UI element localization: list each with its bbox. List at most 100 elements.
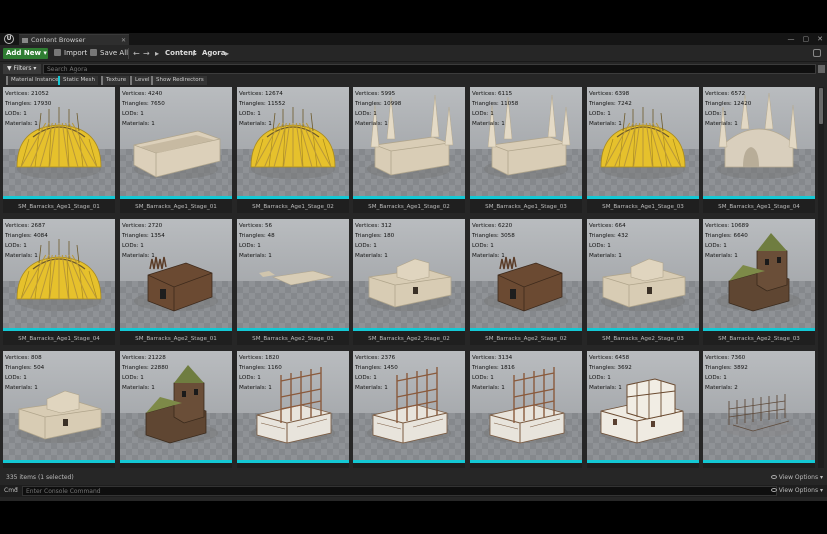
asset-name[interactable]: SM_Barracks_Age2_Stage_02 <box>353 336 465 342</box>
asset-thumbnail[interactable]: Vertices: 6220 Triangles: 3058 LODs: 1 Mate… <box>470 219 582 329</box>
asset-name[interactable]: SM_Barracks_Age1_Stage_04 <box>703 204 815 210</box>
asset-thumbnail[interactable]: Vertices: 21052 Triangles: 17930 LODs: 1 Ma… <box>3 87 115 197</box>
asset-thumbnail[interactable]: Vertices: 4240 Triangles: 7650 LODs: 1 Mate… <box>120 87 232 197</box>
asset-name[interactable]: SM_Barracks_Age2_Stage_02 <box>470 336 582 342</box>
vertices-count: Vertices: 6115 <box>472 91 513 97</box>
minimize-icon[interactable]: — <box>788 33 795 45</box>
asset-stats: Vertices: 6572 Triangles: 12420 LODs: 1 Mat… <box>705 89 751 129</box>
asset-name[interactable]: SM_Barracks_Age2_Stage_01 <box>120 336 232 342</box>
asset-thumbnail[interactable]: Vertices: 7360 Triangles: 3892 LODs: 1 Mate… <box>703 351 815 461</box>
toolbar: Add New ▾ Import Save All ← → ▸ Content … <box>0 45 827 62</box>
asset-thumbnail[interactable]: Vertices: 2720 Triangles: 1354 LODs: 1 Mate… <box>120 219 232 329</box>
asset-stats: Vertices: 6220 Triangles: 3058 LODs: 1 Mate… <box>472 221 515 261</box>
view-options-button[interactable]: View Options ▾ <box>770 474 823 481</box>
import-button[interactable]: Import <box>54 48 87 59</box>
breadcrumb-content[interactable]: Content <box>165 48 196 59</box>
asset-tile[interactable]: Vertices: 2720 Triangles: 1354 LODs: 1 Mate… <box>120 219 232 345</box>
asset-thumbnail[interactable]: Vertices: 10689 Triangles: 6640 LODs: 1 Mat… <box>703 219 815 329</box>
console-view-options-button[interactable]: View Options ▾ <box>770 487 823 494</box>
title-bar: U Content Browser ✕ — ▢ ✕ <box>0 33 827 45</box>
lods-count: LODs: 1 <box>355 243 377 249</box>
add-new-button[interactable]: Add New ▾ <box>3 48 48 59</box>
forward-arrow-icon[interactable]: → <box>143 48 150 59</box>
filter-chip[interactable]: Static Mesh <box>58 76 98 85</box>
asset-thumbnail[interactable]: Vertices: 808 Triangles: 504 LODs: 1 Materi… <box>3 351 115 461</box>
asset-tile[interactable]: Vertices: 4240 Triangles: 7650 LODs: 1 Mate… <box>120 87 232 213</box>
asset-thumbnail[interactable]: Vertices: 5995 Triangles: 10998 LODs: 1 Mat… <box>353 87 465 197</box>
breadcrumb-agora[interactable]: Agora <box>202 48 225 59</box>
asset-stats: Vertices: 1820 Triangles: 1160 LODs: 1 Mate… <box>239 353 282 393</box>
asset-tile[interactable]: Vertices: 21228 Triangles: 22880 LODs: 1 Ma… <box>120 351 232 468</box>
asset-tile[interactable]: Vertices: 808 Triangles: 504 LODs: 1 Materi… <box>3 351 115 468</box>
asset-tile[interactable]: Vertices: 56 Triangles: 48 LODs: 1 Material… <box>237 219 349 345</box>
asset-thumbnail[interactable]: Vertices: 56 Triangles: 48 LODs: 1 Material… <box>237 219 349 329</box>
asset-name[interactable]: SM_Barracks_Age1_Stage_03 <box>470 204 582 210</box>
asset-tile[interactable]: Vertices: 3134 Triangles: 1816 LODs: 1 Mate… <box>470 351 582 468</box>
asset-tile[interactable]: Vertices: 7360 Triangles: 3892 LODs: 1 Mate… <box>703 351 815 468</box>
asset-name[interactable]: SM_Barracks_Age1_Stage_02 <box>237 204 349 210</box>
path-picker-icon[interactable]: ▸ <box>155 48 159 59</box>
materials-count: Materials: 1 <box>472 385 505 391</box>
asset-stats: Vertices: 808 Triangles: 504 LODs: 1 Materi… <box>5 353 44 393</box>
asset-name[interactable]: SM_Barracks_Age1_Stage_01 <box>120 204 232 210</box>
filter-chip[interactable]: Texture <box>101 76 130 85</box>
asset-thumbnail[interactable]: Vertices: 6398 Triangles: 7242 LODs: 1 Mate… <box>587 87 699 197</box>
asset-thumbnail[interactable]: Vertices: 2687 Triangles: 4084 LODs: 1 Mate… <box>3 219 115 329</box>
asset-tile[interactable]: Vertices: 21052 Triangles: 17930 LODs: 1 Ma… <box>3 87 115 213</box>
asset-tile[interactable]: Vertices: 1820 Triangles: 1160 LODs: 1 Mate… <box>237 351 349 468</box>
console-input[interactable] <box>22 486 777 496</box>
asset-name[interactable]: SM_Barracks_Age1_Stage_02 <box>353 204 465 210</box>
asset-thumbnail[interactable]: Vertices: 664 Triangles: 432 LODs: 1 Materi… <box>587 219 699 329</box>
asset-thumbnail[interactable]: Vertices: 6572 Triangles: 12420 LODs: 1 Mat… <box>703 87 815 197</box>
maximize-icon[interactable]: ▢ <box>803 33 810 45</box>
asset-tile[interactable]: Vertices: 312 Triangles: 180 LODs: 1 Materi… <box>353 219 465 345</box>
materials-count: Materials: 1 <box>705 253 738 259</box>
asset-tile[interactable]: Vertices: 10689 Triangles: 6640 LODs: 1 Mat… <box>703 219 815 345</box>
asset-stats: Vertices: 21228 Triangles: 22880 LODs: 1 Ma… <box>122 353 168 393</box>
asset-tile[interactable]: Vertices: 2376 Triangles: 1450 LODs: 1 Mate… <box>353 351 465 468</box>
tab-content-browser[interactable]: Content Browser ✕ <box>19 34 129 45</box>
asset-name[interactable]: SM_Barracks_Age1_Stage_01 <box>3 204 115 210</box>
asset-thumbnail[interactable]: Vertices: 3134 Triangles: 1816 LODs: 1 Mate… <box>470 351 582 461</box>
asset-name[interactable]: SM_Barracks_Age1_Stage_04 <box>3 336 115 342</box>
chevron-down-icon[interactable]: ▾ <box>15 486 18 492</box>
asset-name[interactable]: SM_Barracks_Age2_Stage_03 <box>703 336 815 342</box>
breadcrumb-separator-icon[interactable]: ▸ <box>193 48 197 59</box>
search-input[interactable] <box>43 64 816 74</box>
asset-name[interactable]: SM_Barracks_Age2_Stage_01 <box>237 336 349 342</box>
asset-tile[interactable]: Vertices: 6398 Triangles: 7242 LODs: 1 Mate… <box>587 87 699 213</box>
asset-name[interactable]: SM_Barracks_Age1_Stage_03 <box>587 204 699 210</box>
filter-chip[interactable]: Show Redirectors <box>151 76 207 85</box>
close-window-icon[interactable]: ✕ <box>817 33 823 45</box>
asset-tile[interactable]: Vertices: 664 Triangles: 432 LODs: 1 Materi… <box>587 219 699 345</box>
asset-thumbnail[interactable]: Vertices: 6458 Triangles: 3692 LODs: 1 Mate… <box>587 351 699 461</box>
asset-tile[interactable]: Vertices: 6458 Triangles: 3692 LODs: 1 Mate… <box>587 351 699 468</box>
asset-tile[interactable]: Vertices: 6572 Triangles: 12420 LODs: 1 Mat… <box>703 87 815 213</box>
breadcrumb-separator-icon[interactable]: ▸ <box>225 48 229 59</box>
vertices-count: Vertices: 7360 <box>705 355 746 361</box>
asset-tile[interactable]: Vertices: 6115 Triangles: 11058 LODs: 1 Mat… <box>470 87 582 213</box>
scrollbar-thumb[interactable] <box>819 88 823 124</box>
lock-icon[interactable] <box>813 49 821 57</box>
scrollbar[interactable] <box>818 87 824 468</box>
asset-stats: Vertices: 664 Triangles: 432 LODs: 1 Materi… <box>589 221 628 261</box>
asset-thumbnail[interactable]: Vertices: 21228 Triangles: 22880 LODs: 1 Ma… <box>120 351 232 461</box>
save-search-icon[interactable] <box>818 65 825 73</box>
asset-name[interactable]: SM_Barracks_Age2_Stage_03 <box>587 336 699 342</box>
asset-tile[interactable]: Vertices: 12674 Triangles: 11552 LODs: 1 Ma… <box>237 87 349 213</box>
asset-thumbnail[interactable]: Vertices: 1820 Triangles: 1160 LODs: 1 Mate… <box>237 351 349 461</box>
filter-chip[interactable]: Material Instance <box>6 76 62 85</box>
lods-count: LODs: 1 <box>589 111 611 117</box>
asset-thumbnail[interactable]: Vertices: 6115 Triangles: 11058 LODs: 1 Mat… <box>470 87 582 197</box>
filter-chip[interactable]: Level <box>130 76 153 85</box>
asset-thumbnail[interactable]: Vertices: 312 Triangles: 180 LODs: 1 Materi… <box>353 219 465 329</box>
asset-thumbnail[interactable]: Vertices: 2376 Triangles: 1450 LODs: 1 Mate… <box>353 351 465 461</box>
asset-tile[interactable]: Vertices: 6220 Triangles: 3058 LODs: 1 Mate… <box>470 219 582 345</box>
back-arrow-icon[interactable]: ← <box>133 48 140 59</box>
asset-tile[interactable]: Vertices: 2687 Triangles: 4084 LODs: 1 Mate… <box>3 219 115 345</box>
triangles-count: Triangles: 7650 <box>122 101 165 107</box>
save-all-button[interactable]: Save All <box>90 48 128 59</box>
filters-button[interactable]: ▼ Filters ▾ <box>3 64 41 74</box>
asset-tile[interactable]: Vertices: 5995 Triangles: 10998 LODs: 1 Mat… <box>353 87 465 213</box>
asset-thumbnail[interactable]: Vertices: 12674 Triangles: 11552 LODs: 1 Ma… <box>237 87 349 197</box>
